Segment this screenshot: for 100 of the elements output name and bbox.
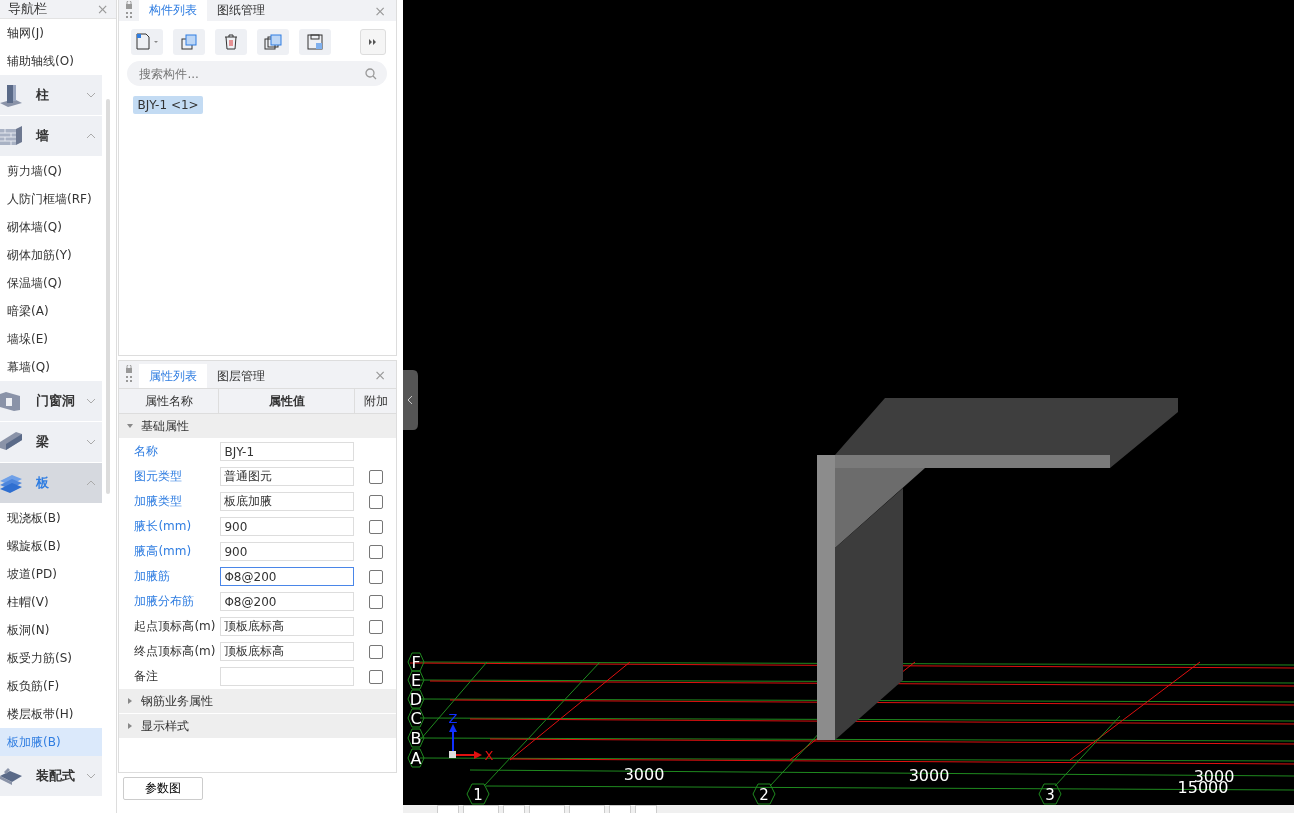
property-value-field[interactable]: 顶板底标高 (220, 617, 355, 636)
property-name: 加腋类型 (133, 493, 184, 510)
axis-bubble: E (407, 670, 425, 690)
group-label: 梁 (36, 433, 50, 451)
property-value-field[interactable]: 板底加腋 (220, 492, 355, 511)
collapsed-triangle-icon[interactable] (127, 698, 134, 704)
section-header[interactable]: 基础属性 (119, 414, 396, 439)
nav-item[interactable]: 现浇板(B) (0, 504, 102, 532)
nav-group[interactable]: 门窗洞 (0, 381, 102, 422)
panel-title: 导航栏 (8, 0, 47, 18)
property-value-field[interactable]: 顶板底标高 (220, 642, 355, 661)
door-frame-icon (0, 391, 22, 411)
property-value-field[interactable] (220, 667, 355, 686)
toolbar-button[interactable] (437, 805, 459, 813)
new-component-button[interactable] (131, 29, 164, 55)
property-name: 图元类型 (133, 468, 184, 485)
checkbox[interactable] (368, 544, 383, 559)
delete-button[interactable] (215, 29, 248, 55)
property-value-field[interactable]: BJY-1 (220, 442, 355, 461)
group-label: 门窗洞 (36, 392, 76, 410)
nav-item[interactable]: 人防门框墙(RF) (0, 185, 102, 213)
checkbox[interactable] (368, 594, 383, 609)
checkbox[interactable] (368, 619, 383, 634)
search-field[interactable]: 搜索构件... (127, 61, 387, 86)
toolbar-button[interactable] (529, 805, 565, 813)
nav-item[interactable]: 轴网(J) (0, 19, 102, 47)
section-header[interactable]: 钢筋业务属性 (119, 689, 396, 714)
search-icon (365, 68, 377, 80)
chevron-icon (86, 439, 96, 445)
axis-bubble: D (407, 689, 425, 709)
nav-item[interactable]: 板加腋(B) (0, 728, 102, 756)
save-template-button[interactable] (299, 29, 332, 55)
parameter-diagram-button[interactable]: 参数图 (123, 777, 204, 800)
new-component-icon (134, 32, 161, 52)
chevron-icon (86, 398, 96, 404)
section-header[interactable]: 显示样式 (119, 714, 396, 739)
column-header: 属性值 (219, 389, 356, 413)
toolbar-button[interactable] (463, 805, 499, 813)
property-value-field[interactable]: 900 (220, 517, 355, 536)
panel-tab[interactable]: 图纸管理 (207, 0, 276, 21)
nav-item[interactable]: 暗梁(A) (0, 297, 102, 325)
nav-item[interactable]: 坡道(PD) (0, 560, 102, 588)
axis-bubble: 3 (1038, 783, 1062, 805)
property-name: 起点顶标高(m) (133, 618, 217, 635)
property-value-field[interactable]: 普通图元 (220, 467, 355, 486)
component-item[interactable]: BJY-1 <1> (133, 96, 203, 114)
property-name: 加腋筋 (133, 568, 172, 585)
checkbox[interactable] (368, 569, 383, 584)
dimension-label: 3000 (908, 766, 950, 785)
brick-wall-icon (0, 125, 22, 147)
nav-item[interactable]: 墙垛(E) (0, 325, 102, 353)
nav-item[interactable]: 螺旋板(B) (0, 532, 102, 560)
toolbar-button[interactable] (635, 805, 657, 813)
nav-item[interactable]: 柱帽(V) (0, 588, 102, 616)
expanded-triangle-icon[interactable] (127, 423, 134, 429)
property-value-field[interactable]: Φ8@200 (220, 567, 355, 586)
x-axis-arrow (454, 751, 482, 759)
dimension-label: 3000 (623, 765, 665, 784)
collapse-handle-icon[interactable] (403, 370, 418, 430)
layer-copy-button[interactable] (257, 29, 290, 55)
save-template-icon (307, 34, 324, 50)
toolbar-button[interactable] (569, 805, 605, 813)
lock-grip-icon[interactable] (125, 0, 134, 21)
checkbox[interactable] (368, 644, 383, 659)
nav-item[interactable]: 板洞(N) (0, 616, 102, 644)
nav-item[interactable]: 剪力墙(Q) (0, 157, 102, 185)
more-button[interactable] (360, 29, 386, 55)
property-value-field[interactable]: Φ8@200 (220, 592, 355, 611)
checkbox[interactable] (368, 494, 383, 509)
panel-tab[interactable]: 构件列表 (139, 0, 208, 21)
nav-group[interactable]: 梁 (0, 422, 102, 463)
chevron-icon (86, 480, 96, 486)
axis-bubble: F (407, 652, 425, 672)
checkbox[interactable] (368, 469, 383, 484)
toolbar-button[interactable] (609, 805, 631, 813)
collapsed-triangle-icon[interactable] (127, 723, 134, 729)
nav-item[interactable]: 幕墙(Q) (0, 353, 102, 381)
nav-item[interactable]: 砌体墙(Q) (0, 213, 102, 241)
copy-button[interactable] (173, 29, 206, 55)
checkbox[interactable] (368, 519, 383, 534)
nav-item[interactable]: 板负筋(F) (0, 672, 102, 700)
nav-item[interactable]: 辅助轴线(O) (0, 47, 102, 75)
nav-item[interactable]: 楼层板带(H) (0, 700, 102, 728)
nav-item[interactable]: 保温墙(Q) (0, 269, 102, 297)
double-triangle-icon (369, 39, 377, 45)
property-value-field[interactable]: 900 (220, 542, 355, 561)
panel-tab[interactable]: 属性列表 (139, 364, 208, 388)
nav-group[interactable]: 装配式 (0, 756, 102, 797)
property-name: 备注 (133, 668, 160, 685)
column-header: 附加 (362, 392, 389, 410)
axis-bubble: C (407, 708, 425, 728)
scrollbar[interactable] (106, 99, 110, 494)
panel-tab[interactable]: 图层管理 (207, 364, 276, 388)
nav-item[interactable]: 板受力筋(S) (0, 644, 102, 672)
nav-item[interactable]: 砌体加筋(Y) (0, 241, 102, 269)
lock-grip-icon[interactable] (125, 364, 134, 385)
checkbox[interactable] (368, 669, 383, 684)
nav-group[interactable]: 柱 (0, 75, 102, 116)
toolbar-button[interactable] (503, 805, 525, 813)
nav-group[interactable]: 墙 (0, 116, 102, 157)
